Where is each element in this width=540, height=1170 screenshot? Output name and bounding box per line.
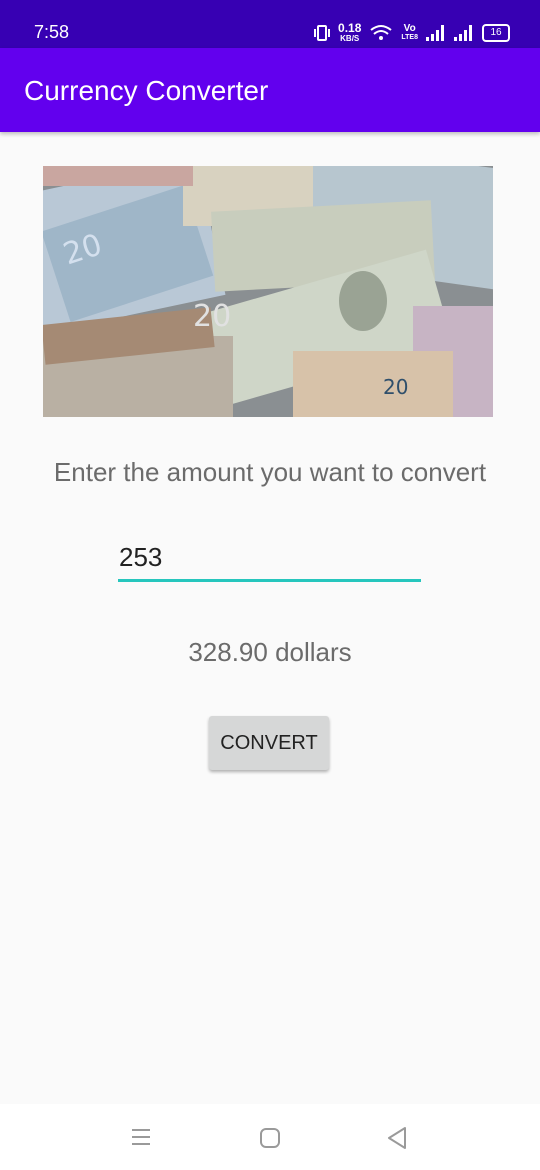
status-icons: 0.18 KB/S Vo LTE8 16 [314,22,510,44]
navigation-bar [0,1104,540,1170]
status-bar: 7:58 0.18 KB/S Vo LTE8 16 [0,0,540,48]
battery-icon: 16 [482,24,510,42]
amount-input[interactable] [118,540,421,582]
svg-text:20: 20 [383,375,408,399]
result-text: 328.90 dollars [188,637,352,667]
volte-indicator: Vo LTE8 [401,23,418,42]
vibrate-icon [314,25,331,41]
app-bar: Currency Converter [0,48,540,132]
svg-text:20: 20 [193,299,231,334]
banknotes-image: 20 20 20 [43,166,493,417]
net-speed: 0.18 KB/S [338,21,362,43]
recents-icon[interactable] [130,1128,152,1146]
convert-button[interactable]: CONVERT [209,716,329,770]
app-title: Currency Converter [24,75,269,106]
prompt-text: Enter the amount you want to convert [53,457,487,487]
signal-icon-2 [454,25,472,41]
home-icon[interactable] [259,1127,281,1149]
wifi-icon [370,25,393,40]
banknotes-photo: 20 20 20 [43,166,493,417]
signal-icon-1 [426,25,444,41]
battery-level: 16 [490,27,502,38]
status-time: 7:58 [34,22,70,42]
back-icon[interactable] [386,1126,408,1150]
